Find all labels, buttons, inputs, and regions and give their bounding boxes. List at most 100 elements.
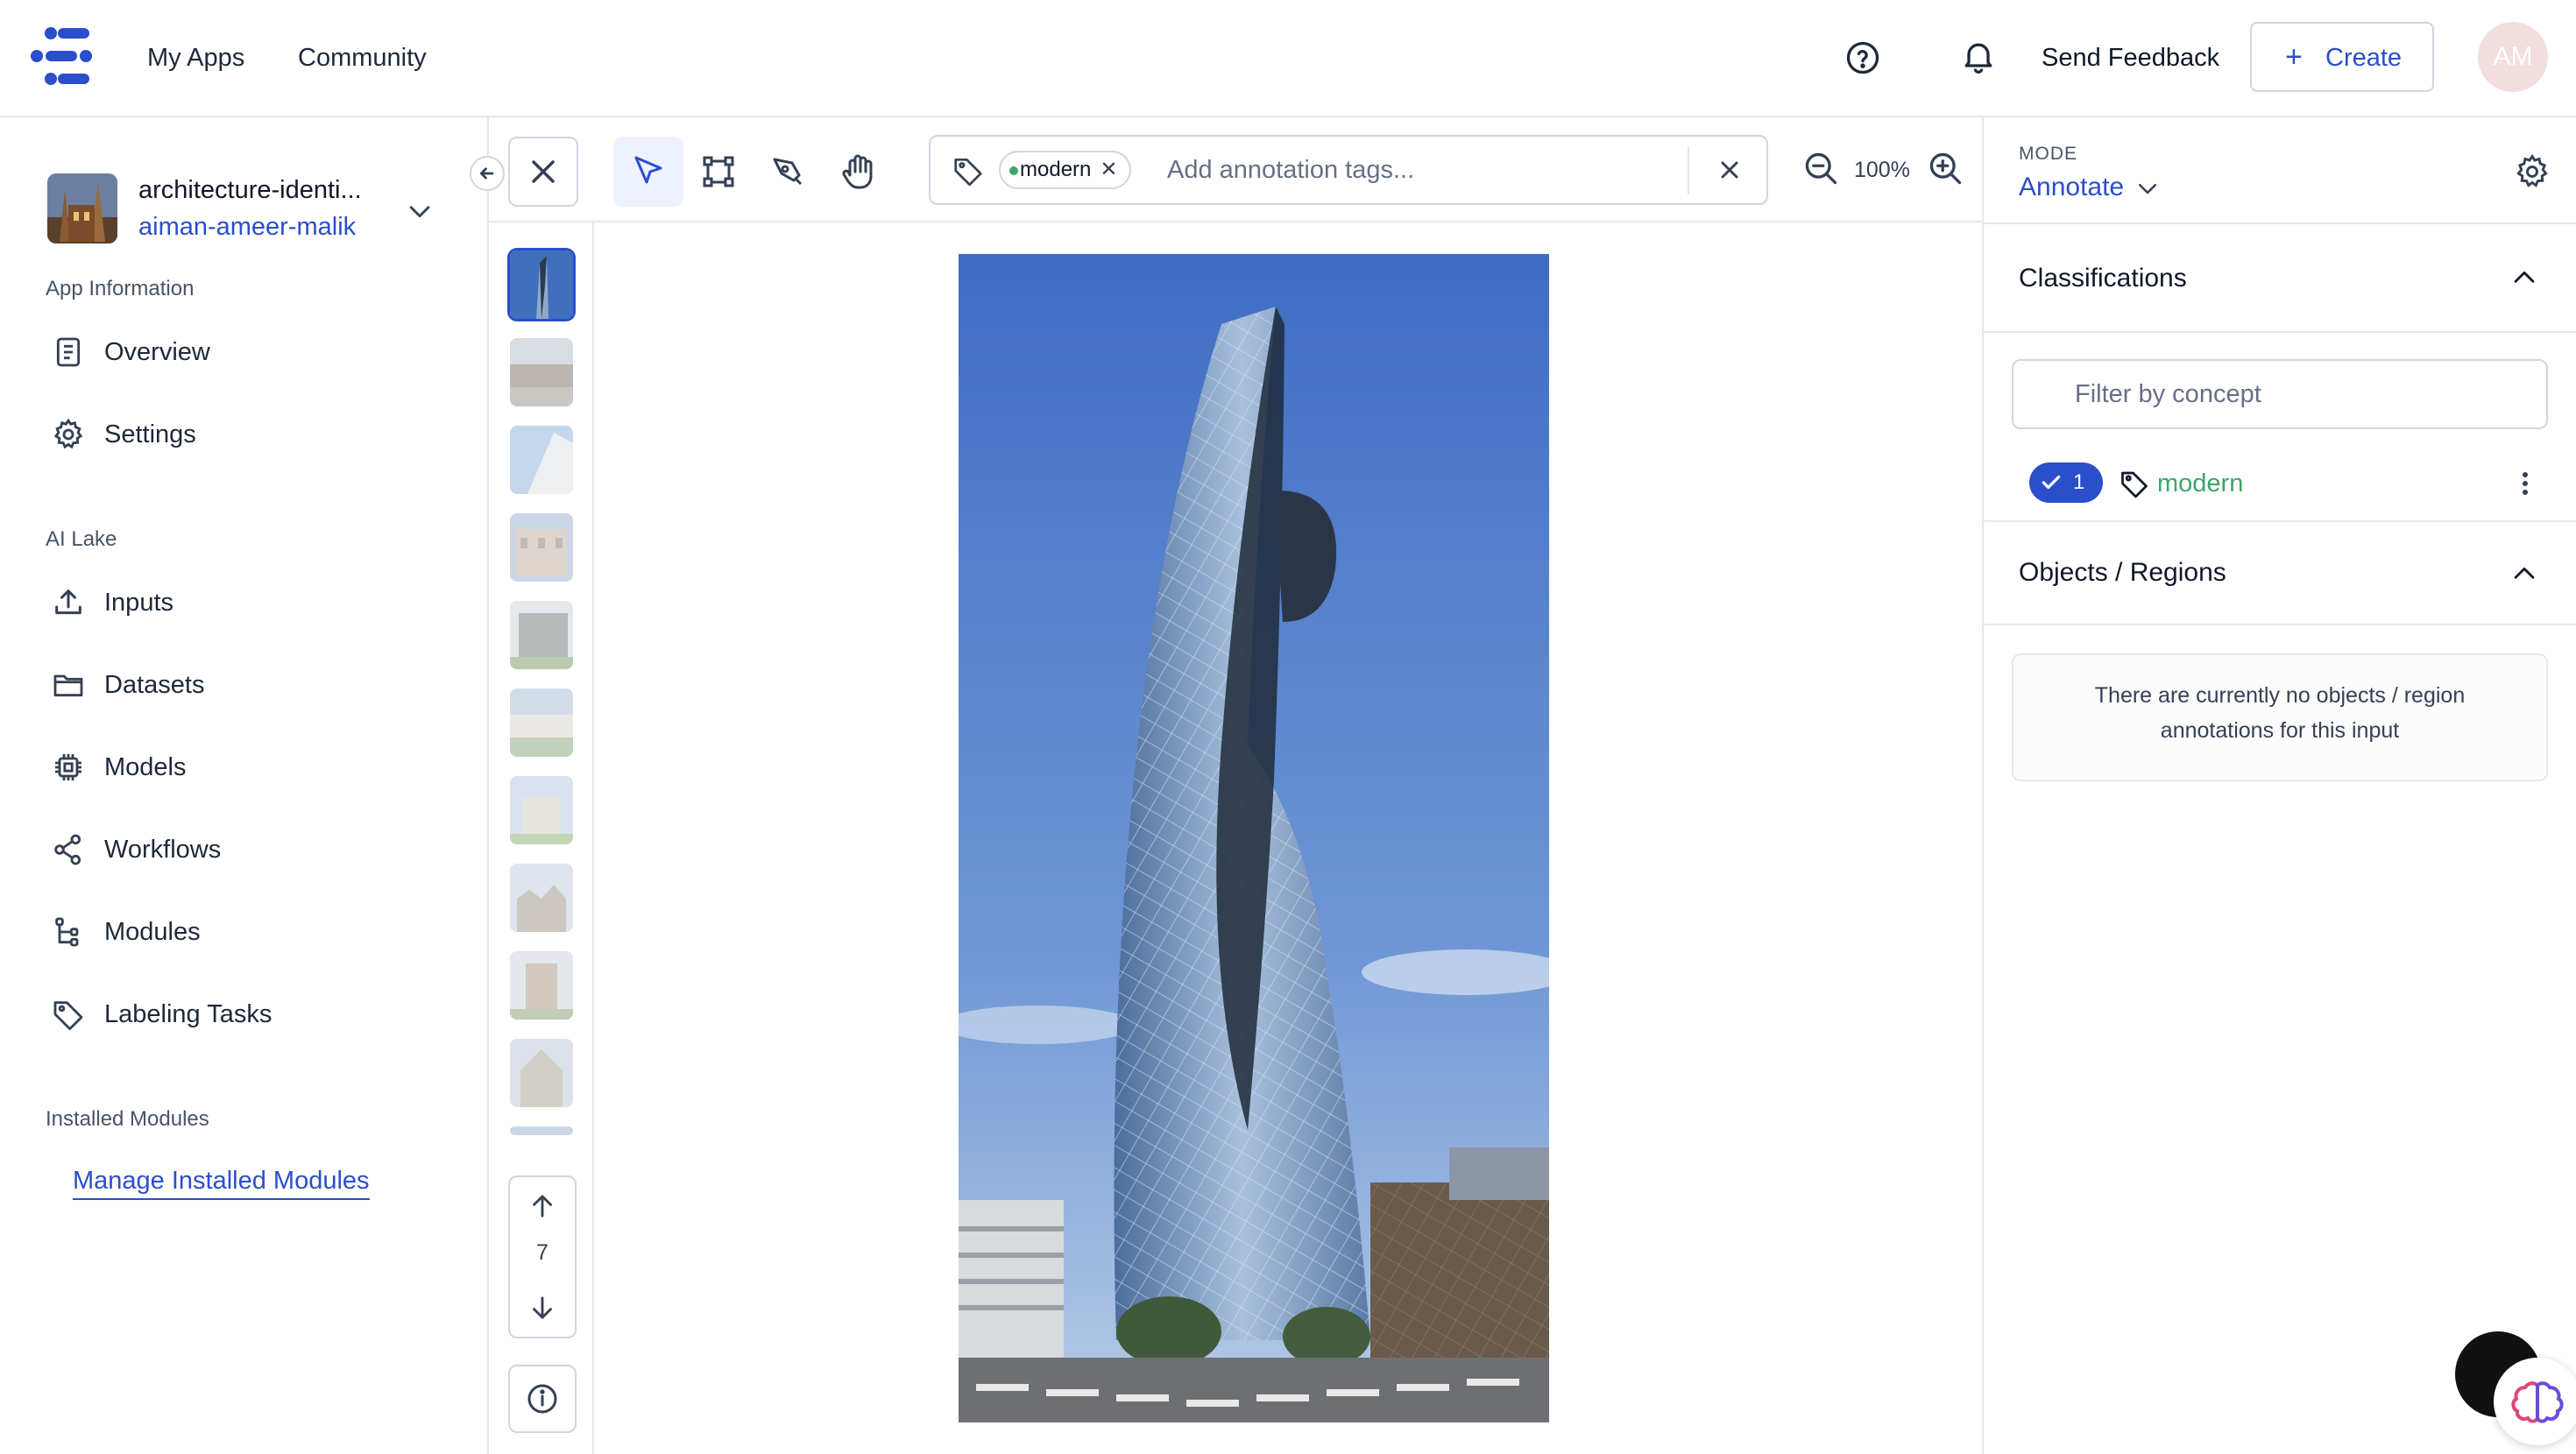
thumbnail-item[interactable] bbox=[510, 601, 573, 669]
sidebar-item-label: Datasets bbox=[104, 671, 205, 699]
clear-tags-icon[interactable] bbox=[1712, 152, 1747, 187]
help-icon[interactable] bbox=[1844, 39, 1882, 77]
zoom-level: 100% bbox=[1854, 158, 1910, 182]
bounding-box-tool-button[interactable] bbox=[683, 137, 754, 207]
zoom-in-icon[interactable] bbox=[1926, 149, 1964, 187]
thumbnail-item[interactable] bbox=[510, 513, 573, 582]
thumbnail-item[interactable] bbox=[510, 1039, 573, 1107]
sidebar-item-modules[interactable]: Modules bbox=[47, 906, 450, 958]
input-image[interactable] bbox=[959, 254, 1549, 1422]
gear-icon[interactable] bbox=[2513, 152, 2551, 191]
divider bbox=[1984, 520, 2576, 522]
chip-icon bbox=[51, 750, 86, 785]
tag-icon bbox=[2119, 468, 2150, 499]
sidebar-item-models[interactable]: Models bbox=[47, 741, 450, 794]
plus-icon: + bbox=[2285, 40, 2303, 74]
thumbnail-item[interactable] bbox=[510, 864, 573, 932]
brain-assistant-icon[interactable] bbox=[2494, 1358, 2576, 1445]
sidebar-item-inputs[interactable]: Inputs bbox=[47, 576, 450, 629]
folder-icon bbox=[51, 667, 86, 702]
input-thumbnail-strip: 7 bbox=[489, 222, 594, 1454]
divider bbox=[1984, 624, 2576, 625]
tag-input-placeholder: Add annotation tags... bbox=[1167, 156, 1415, 184]
empty-objects-message: There are currently no objects / region … bbox=[2012, 653, 2548, 781]
sidebar-item-label: Models bbox=[104, 753, 187, 781]
sidebar-item-overview[interactable]: Overview bbox=[47, 326, 450, 378]
gear-icon bbox=[51, 417, 86, 452]
section-ai-lake: AI Lake bbox=[46, 527, 117, 551]
divider bbox=[1984, 331, 2576, 333]
sidebar-item-labeling-tasks[interactable]: Labeling Tasks bbox=[47, 988, 450, 1041]
zoom-out-icon[interactable] bbox=[1801, 149, 1840, 187]
select-tool-button[interactable] bbox=[613, 137, 683, 207]
nav-community[interactable]: Community bbox=[298, 40, 427, 75]
sidebar-item-workflows[interactable]: Workflows bbox=[47, 823, 450, 876]
sidebar-item-label: Workflows bbox=[104, 836, 222, 864]
thumbnail-item[interactable] bbox=[510, 951, 573, 1020]
create-button[interactable]: + Create bbox=[2250, 22, 2434, 92]
classification-count-badge[interactable]: 1 bbox=[2029, 462, 2103, 503]
classification-concept-name[interactable]: modern bbox=[2157, 466, 2243, 501]
thumbnail-item[interactable] bbox=[510, 338, 573, 406]
arrow-down-icon[interactable] bbox=[526, 1291, 559, 1324]
annotation-canvas[interactable] bbox=[594, 222, 1982, 1454]
chevron-down-icon[interactable] bbox=[2134, 175, 2161, 201]
annotation-tags-input[interactable]: modern ✕ Add annotation tags... bbox=[929, 135, 1768, 205]
user-avatar[interactable]: AM bbox=[2478, 22, 2548, 92]
send-feedback-link[interactable]: Send Feedback bbox=[2042, 40, 2219, 75]
chevron-down-icon[interactable] bbox=[405, 196, 435, 226]
clarifai-logo-icon[interactable] bbox=[30, 26, 96, 86]
chevron-up-icon[interactable] bbox=[2509, 559, 2539, 589]
pan-hand-tool-button[interactable] bbox=[824, 137, 894, 207]
sidebar-item-label: Overview bbox=[104, 338, 210, 366]
share-nodes-icon bbox=[51, 832, 86, 867]
sidebar-item-label: Labeling Tasks bbox=[104, 1000, 272, 1028]
thumbnail-item[interactable] bbox=[510, 776, 573, 844]
document-icon bbox=[51, 335, 86, 370]
pen-tool-button[interactable] bbox=[754, 137, 824, 207]
arrow-up-icon[interactable] bbox=[526, 1189, 559, 1223]
current-input-index: 7 bbox=[536, 1240, 548, 1265]
sidebar-item-settings[interactable]: Settings bbox=[47, 408, 450, 461]
thumbnail-item[interactable] bbox=[510, 251, 573, 319]
sidebar-item-label: Inputs bbox=[104, 589, 173, 617]
left-sidebar: architecture-identi... aiman-ameer-malik… bbox=[0, 117, 489, 1454]
sidebar-item-label: Modules bbox=[104, 918, 201, 946]
tag-icon bbox=[952, 154, 985, 187]
manage-installed-modules-link[interactable]: Manage Installed Modules bbox=[73, 1163, 370, 1200]
mode-label: MODE bbox=[2019, 144, 2077, 164]
section-app-information: App Information bbox=[46, 277, 195, 300]
thumbnail-item[interactable] bbox=[510, 426, 573, 494]
classifications-heading: Classifications bbox=[2019, 264, 2187, 293]
input-pager: 7 bbox=[508, 1175, 577, 1338]
tag-chip[interactable]: modern ✕ bbox=[999, 151, 1132, 189]
thumbnail-item[interactable] bbox=[510, 688, 573, 757]
section-installed-modules: Installed Modules bbox=[46, 1107, 209, 1131]
mode-selector[interactable]: Annotate bbox=[2019, 170, 2124, 205]
upload-icon bbox=[51, 585, 86, 620]
tag-chip-label: modern bbox=[1020, 158, 1092, 181]
status-dot bbox=[1009, 166, 1018, 175]
notifications-bell-icon[interactable] bbox=[1959, 37, 1998, 75]
more-options-icon[interactable] bbox=[2508, 466, 2543, 501]
top-navigation: My Apps Community Send Feedback + Create… bbox=[0, 0, 2576, 117]
filter-placeholder: Filter by concept bbox=[2075, 380, 2261, 408]
close-button[interactable] bbox=[508, 137, 578, 207]
collapse-sidebar-button[interactable] bbox=[470, 156, 505, 191]
app-owner-link[interactable]: aiman-ameer-malik bbox=[138, 210, 356, 244]
sidebar-item-datasets[interactable]: Datasets bbox=[47, 659, 450, 711]
remove-tag-icon[interactable]: ✕ bbox=[1100, 158, 1117, 181]
classification-count: 1 bbox=[2073, 470, 2085, 494]
right-panel: MODE Annotate Classifications Filter by … bbox=[1982, 117, 2576, 1454]
nav-my-apps[interactable]: My Apps bbox=[147, 40, 244, 75]
app-thumbnail bbox=[47, 173, 117, 244]
divider bbox=[1688, 147, 1689, 194]
chevron-up-icon[interactable] bbox=[2509, 263, 2539, 293]
info-icon[interactable] bbox=[508, 1365, 577, 1433]
thumbnail-item[interactable] bbox=[510, 1126, 573, 1135]
app-name: architecture-identi... bbox=[138, 176, 362, 204]
objects-regions-heading: Objects / Regions bbox=[2019, 558, 2226, 587]
filter-by-concept-input[interactable]: Filter by concept bbox=[2012, 359, 2548, 429]
empty-message-line: There are currently no objects / region bbox=[2094, 683, 2466, 708]
tag-icon bbox=[51, 997, 86, 1032]
